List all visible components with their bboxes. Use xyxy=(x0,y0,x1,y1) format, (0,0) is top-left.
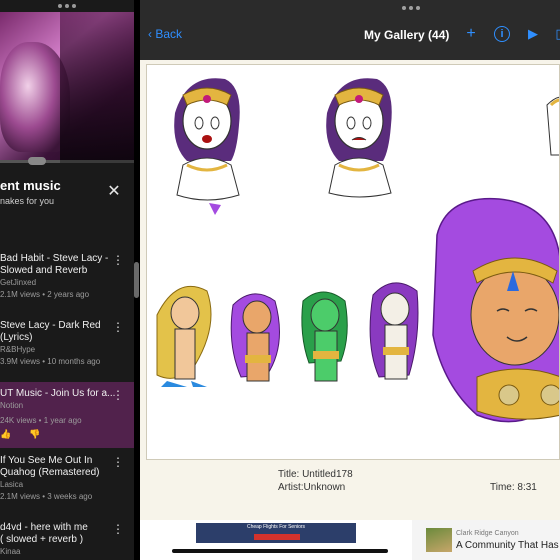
thumbs-down-icon[interactable]: 👎 xyxy=(29,429,40,440)
gallery-toolbar: ‹ Back My Gallery (44) + i ▶ ▯ xyxy=(140,0,560,60)
close-icon[interactable]: ✕ xyxy=(106,184,122,200)
split-divider-handle[interactable] xyxy=(134,262,139,298)
character-sketch xyxy=(156,286,212,387)
back-button[interactable]: ‹ Back xyxy=(148,27,182,41)
ad-banner[interactable]: Cheap Flights For Seniors ▷ Clark Ridge … xyxy=(140,520,560,560)
video-progress[interactable] xyxy=(0,157,134,165)
artwork-canvas[interactable] xyxy=(146,64,560,460)
list-item-highlighted[interactable]: UT Music - Join Us for a... Notion 24K v… xyxy=(0,382,134,448)
flight-ad-label: Cheap Flights For Seniors xyxy=(246,524,306,530)
ad-source: Clark Ridge Canyon xyxy=(456,530,519,537)
character-sketch xyxy=(326,78,392,198)
video-channel: Kinaa xyxy=(0,547,21,556)
thumbs-up-icon[interactable]: 👍 xyxy=(0,429,11,440)
artwork-artist: Artist:Unknown xyxy=(278,482,346,493)
play-icon[interactable]: ▶ xyxy=(524,25,542,43)
character-sketch-large xyxy=(432,197,559,423)
gallery-app-pane: ‹ Back My Gallery (44) + i ▶ ▯ Title: Un… xyxy=(140,0,560,560)
thumbnail-shade xyxy=(60,12,134,160)
more-vert-icon[interactable]: ⋮ xyxy=(112,389,124,401)
video-meta: 24K views • 1 year ago xyxy=(0,416,82,425)
list-item[interactable]: Bad Habit - Steve Lacy - Slowed and Reve… xyxy=(0,253,134,301)
flight-ad[interactable]: Cheap Flights For Seniors xyxy=(196,523,356,543)
video-channel: GetJinxed xyxy=(0,278,37,287)
page-title: My Gallery (44) xyxy=(364,28,450,42)
artwork-title: Title: Untitled178 xyxy=(278,469,353,480)
list-item[interactable]: If You See Me Out In Quahog (Remastered)… xyxy=(0,455,134,503)
video-app-pane: ent music nakes for you ✕ Bad Habit - St… xyxy=(0,0,134,560)
more-vert-icon[interactable]: ⋮ xyxy=(112,456,124,468)
home-indicator[interactable] xyxy=(172,549,388,553)
artwork-image xyxy=(156,78,559,423)
list-item[interactable]: Steve Lacy - Dark Red (Lyrics) R&BHype 3… xyxy=(0,320,134,368)
flight-ad-cta xyxy=(254,534,300,540)
video-meta: 2.1M views • 2 years ago xyxy=(0,290,90,299)
multitask-handle[interactable] xyxy=(56,4,78,10)
chevron-left-icon: ‹ xyxy=(148,27,152,41)
character-sketch xyxy=(174,78,240,215)
like-actions: 👍 👎 xyxy=(0,429,134,440)
video-channel: R&BHype xyxy=(0,345,36,354)
character-sketch xyxy=(301,291,348,382)
character-sketch xyxy=(230,293,280,382)
character-sketch xyxy=(546,96,559,156)
character-sketch xyxy=(369,282,419,380)
list-item[interactable]: d4vd - here with me ( slowed + reverb ) … xyxy=(0,522,134,558)
community-ad[interactable]: Clark Ridge Canyon A Community That Has xyxy=(412,520,560,560)
info-icon[interactable]: i xyxy=(494,26,510,42)
video-meta: 3.9M views • 10 months ago xyxy=(0,357,101,366)
add-icon[interactable]: + xyxy=(462,25,480,43)
more-vert-icon[interactable]: ⋮ xyxy=(112,321,124,333)
video-meta: 2.1M views • 3 weeks ago xyxy=(0,492,93,501)
mix-title: ent music xyxy=(0,178,61,193)
multitask-handle[interactable] xyxy=(402,6,420,10)
ad-headline: A Community That Has xyxy=(456,540,559,551)
more-vert-icon[interactable]: ⋮ xyxy=(112,254,124,266)
trash-icon[interactable]: ▯ xyxy=(550,25,560,43)
ad-thumbnail xyxy=(426,528,452,552)
video-channel: Lasica xyxy=(0,480,24,489)
artwork-time: Time: 8:31 xyxy=(490,482,537,493)
more-vert-icon[interactable]: ⋮ xyxy=(112,523,124,535)
video-thumbnail[interactable] xyxy=(0,12,134,160)
mix-subtitle: nakes for you xyxy=(0,196,55,206)
progress-knob[interactable] xyxy=(28,157,46,165)
back-label: Back xyxy=(155,27,183,41)
